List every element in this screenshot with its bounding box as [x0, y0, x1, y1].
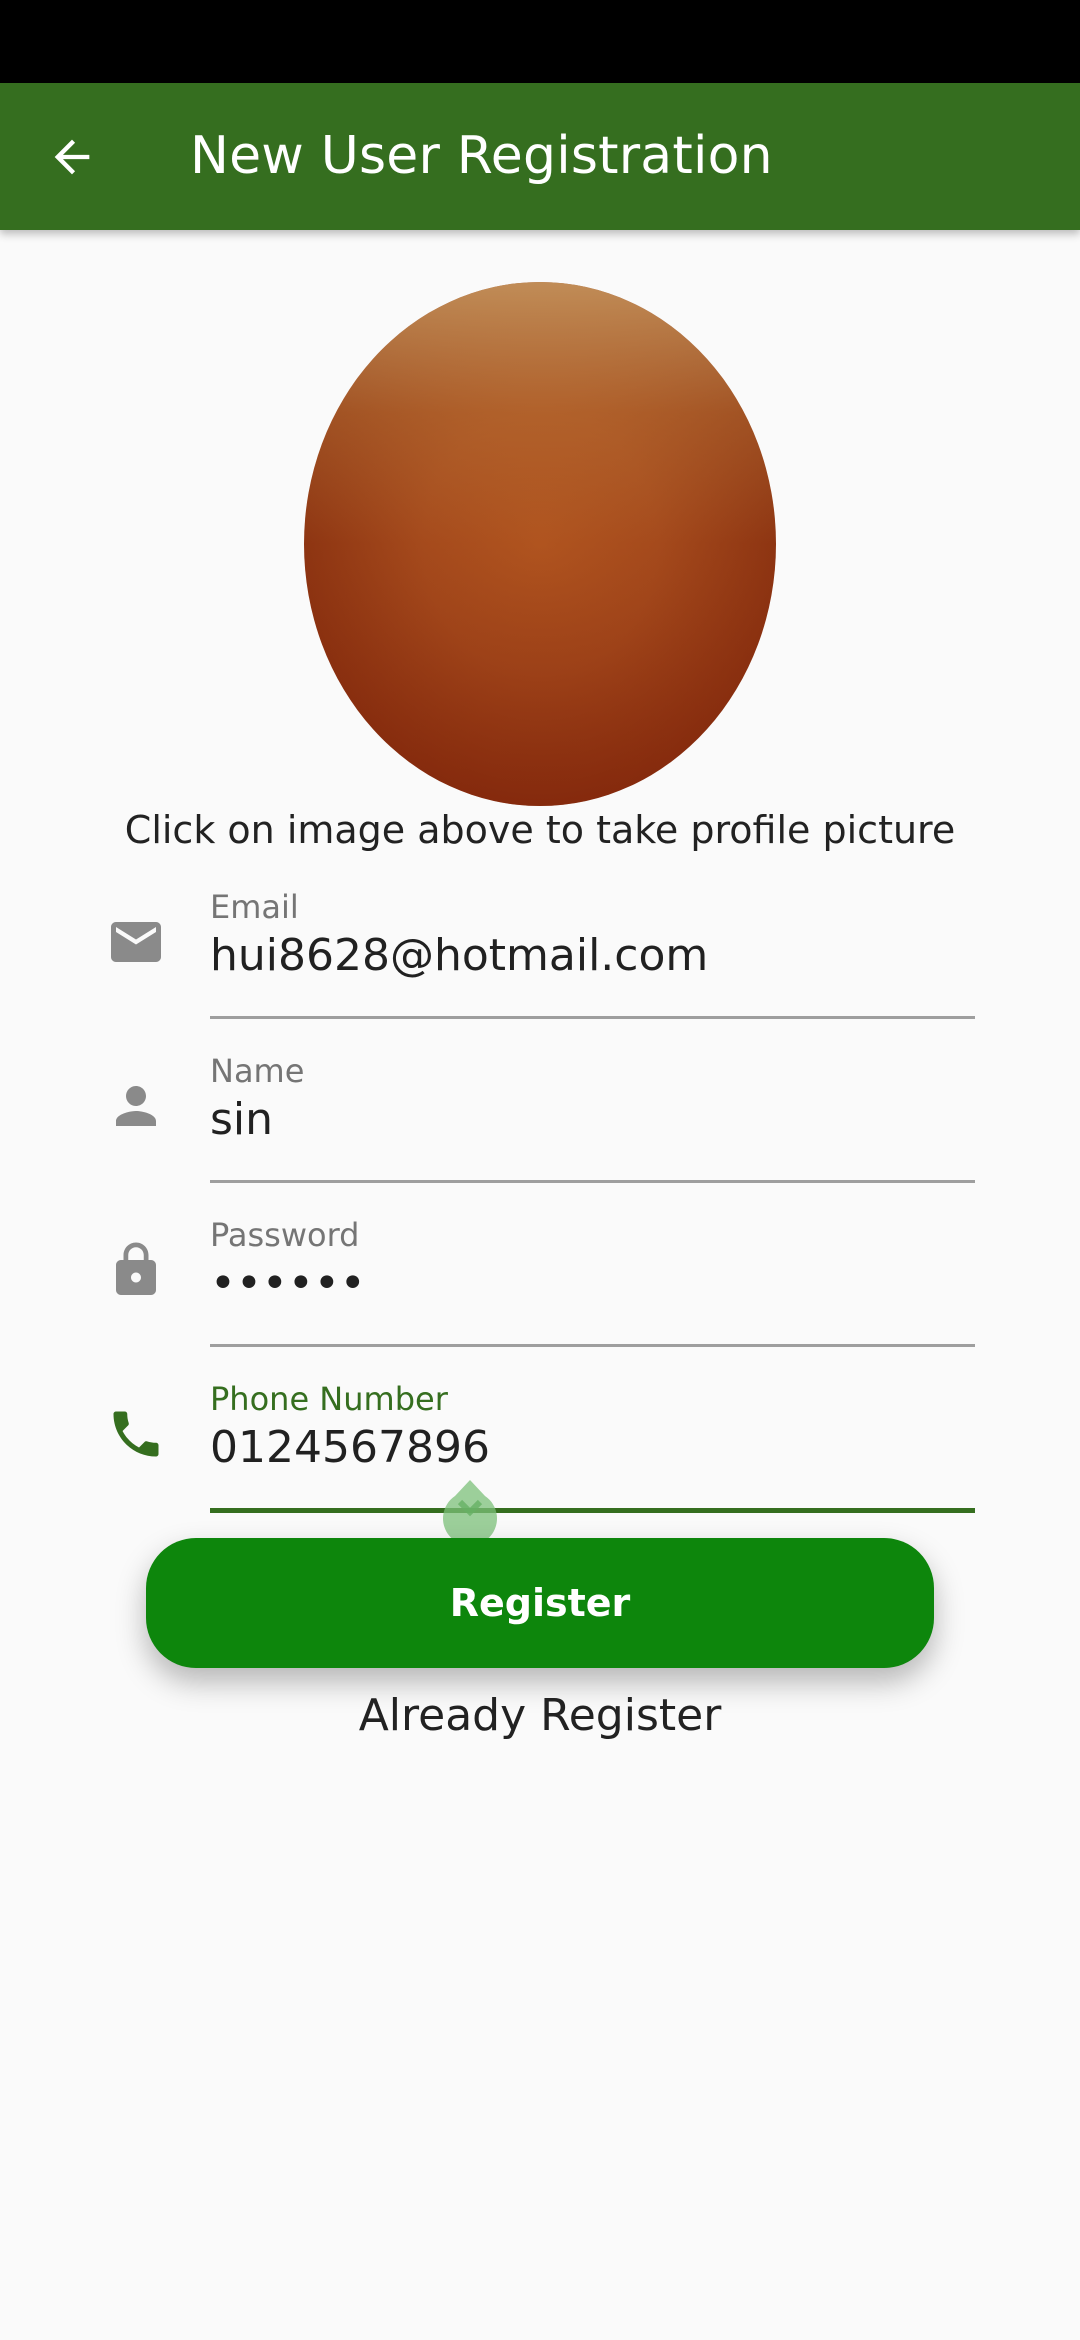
name-input[interactable]: sin: [210, 1094, 273, 1145]
password-input[interactable]: ••••••: [210, 1258, 366, 1309]
page-title: New User Registration: [190, 126, 773, 186]
mail-icon: [104, 910, 168, 974]
password-field[interactable]: Password ••••••: [0, 1208, 1080, 1368]
name-field[interactable]: Name sin: [0, 1044, 1080, 1204]
already-registered-link[interactable]: Already Register: [0, 1690, 1080, 1741]
arrow-back-icon: [46, 131, 98, 188]
app-bar: New User Registration: [0, 83, 1080, 230]
phone-label: Phone Number: [210, 1380, 448, 1418]
lock-icon: [104, 1238, 168, 1302]
phone-underline: [210, 1508, 975, 1513]
password-underline: [210, 1344, 975, 1347]
email-underline: [210, 1016, 975, 1019]
profile-picture[interactable]: [304, 282, 776, 806]
name-underline: [210, 1180, 975, 1183]
name-label: Name: [210, 1052, 305, 1090]
password-label: Password: [210, 1216, 360, 1254]
email-field[interactable]: Email hui8628@hotmail.com: [0, 880, 1080, 1040]
text-cursor-handle[interactable]: [441, 1480, 499, 1546]
phone-input[interactable]: 0124567896: [210, 1422, 490, 1473]
register-button[interactable]: Register: [146, 1538, 934, 1668]
email-label: Email: [210, 888, 299, 926]
status-bar: [0, 0, 1080, 83]
profile-picture-hint: Click on image above to take profile pic…: [124, 808, 956, 852]
back-button[interactable]: [28, 115, 116, 203]
phone-field[interactable]: Phone Number 0124567896: [0, 1372, 1080, 1532]
person-icon: [104, 1074, 168, 1138]
phone-icon: [104, 1402, 168, 1466]
email-input[interactable]: hui8628@hotmail.com: [210, 930, 708, 981]
